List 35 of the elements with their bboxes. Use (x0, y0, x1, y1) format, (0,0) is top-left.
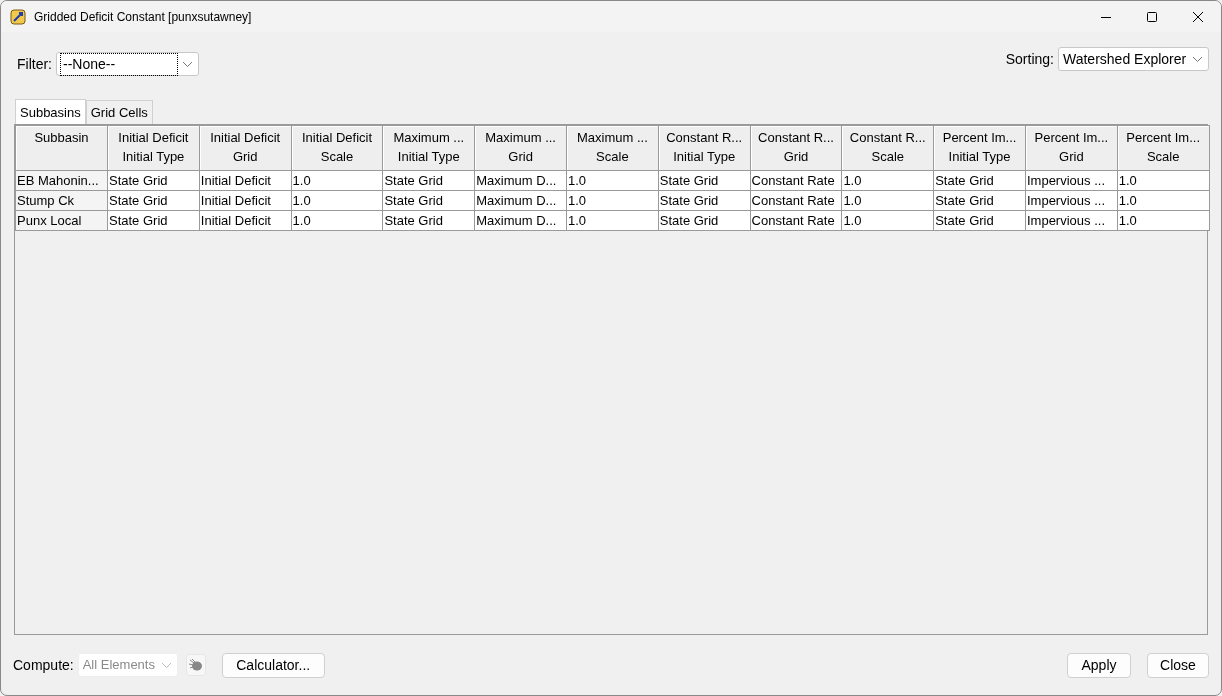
chevron-icon (1193, 56, 1202, 62)
chevron-icon (161, 662, 171, 668)
column-header[interactable]: Maximum ... Grid (474, 125, 567, 171)
tab[interactable]: Subbasins (15, 98, 86, 124)
compute-button[interactable] (185, 654, 206, 676)
column-header[interactable]: Subbasin (15, 125, 108, 171)
compute-label: Compute: (13, 655, 74, 675)
column-header[interactable]: Initial Deficit Grid (199, 125, 292, 171)
app-icon (10, 8, 26, 25)
sorting-dropdown[interactable]: Watershed Explorer (1058, 47, 1209, 71)
column-header[interactable]: Percent Im... Scale (1117, 125, 1210, 171)
bug-icon (187, 658, 204, 672)
tab[interactable]: Grid Cells (85, 99, 153, 124)
close-icon (1193, 11, 1203, 22)
filter-label: Filter: (17, 54, 52, 74)
column-header[interactable]: Initial Deficit Initial Type (107, 125, 200, 171)
column-header[interactable]: Maximum ... Scale (566, 125, 659, 171)
chevron-icon (183, 61, 192, 67)
filter-dropdown[interactable]: --None-- (56, 52, 199, 76)
table-cell: Punx Local (15, 210, 108, 231)
window-title: Gridded Deficit Constant [punxsutawney] (34, 8, 252, 26)
column-header[interactable]: Constant R... Scale (841, 125, 934, 171)
close-button[interactable]: Close (1147, 652, 1209, 678)
column-header[interactable]: Percent Im... Initial Type (933, 125, 1026, 171)
calculator-button[interactable]: Calculator... (221, 652, 325, 678)
column-header[interactable]: Percent Im... Grid (1025, 125, 1118, 171)
column-header[interactable]: Initial Deficit Scale (291, 125, 383, 171)
apply-button[interactable]: Apply (1067, 652, 1131, 678)
table-cell: EB Mahonin... (15, 170, 108, 191)
table-cell: Stump Ck (15, 190, 108, 211)
column-header[interactable]: Constant R... Grid (750, 125, 842, 171)
sorting-label: Sorting: (1005, 49, 1054, 69)
maximize-icon (1147, 11, 1157, 22)
column-header[interactable]: Maximum ... Initial Type (382, 125, 475, 171)
column-header[interactable]: Constant R... Initial Type (658, 125, 751, 171)
